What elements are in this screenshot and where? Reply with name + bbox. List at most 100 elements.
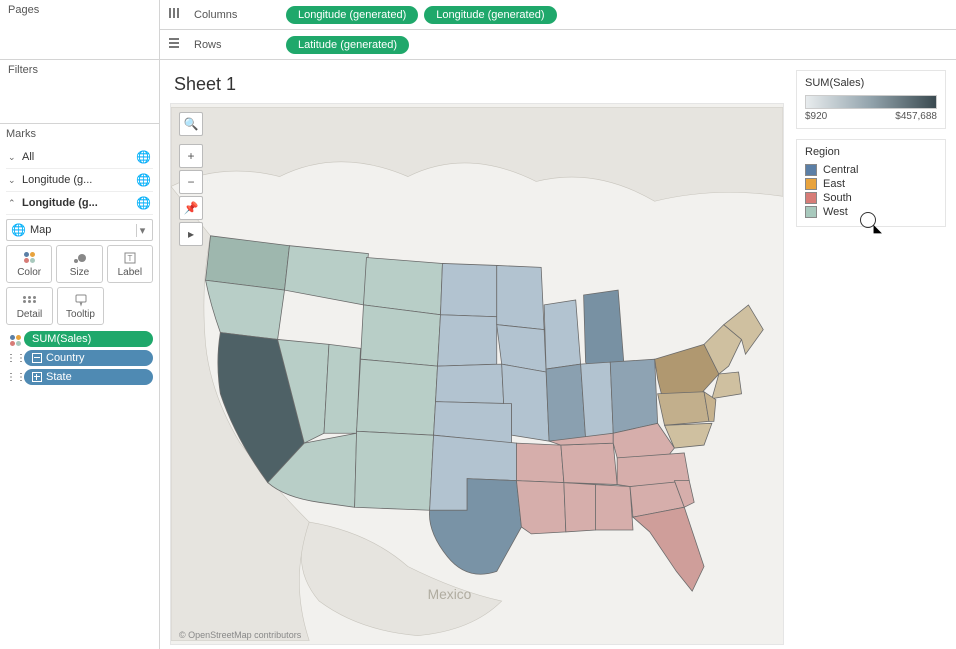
columns-label: Columns <box>194 9 274 21</box>
chevron-right-icon: ▸ <box>188 227 194 241</box>
color-legend-title: SUM(Sales) <box>805 77 937 89</box>
map-search-button[interactable]: 🔍 <box>179 112 203 136</box>
region-legend-item[interactable]: East <box>805 178 937 190</box>
state-ne[interactable] <box>436 364 504 403</box>
pill-row-state[interactable]: ⋮⋮ State <box>6 369 153 385</box>
state-wy[interactable] <box>361 305 441 366</box>
minus-icon: − <box>187 175 194 189</box>
chevron-down-icon: ⌄ <box>8 152 18 163</box>
mark-btn-label: Detail <box>17 309 43 320</box>
marks-row-all[interactable]: ⌄ All 🌐 <box>6 146 153 169</box>
mark-type-label: Map <box>30 224 132 236</box>
map-zoom-out-button[interactable]: − <box>179 170 203 194</box>
color-button[interactable]: Color <box>6 245 52 283</box>
state-fl[interactable] <box>633 507 704 591</box>
gradient-bar <box>805 95 937 109</box>
cursor-arrow-icon: ◣ <box>874 222 882 235</box>
size-button[interactable]: Size <box>56 245 102 283</box>
color-legend[interactable]: SUM(Sales) $920 $457,688 <box>796 70 946 129</box>
state-ar[interactable] <box>516 443 563 482</box>
rows-pill-1[interactable]: Latitude (generated) <box>286 36 409 54</box>
color-icon <box>6 332 24 346</box>
state-tn[interactable] <box>561 443 617 484</box>
map-view[interactable]: 🔍 + − 📌 ▸ United States Mexico <box>170 103 784 645</box>
globe-icon: 🌐 <box>11 223 26 237</box>
state-oh[interactable] <box>610 359 657 433</box>
detail-button[interactable]: Detail <box>6 287 53 325</box>
map-tools-button[interactable]: ▸ <box>179 222 203 246</box>
main-area: Columns Longitude (generated) Longitude … <box>160 0 956 649</box>
region-label: West <box>823 206 848 218</box>
search-icon: 🔍 <box>184 117 199 131</box>
columns-shelf[interactable]: Columns Longitude (generated) Longitude … <box>160 0 956 30</box>
pin-icon: 📌 <box>184 201 199 215</box>
detail-icon: ⋮⋮ <box>6 353 24 364</box>
state-mn[interactable] <box>497 265 544 329</box>
marks-row-longitude-2[interactable]: ⌃ Longitude (g... 🌐 <box>6 192 153 215</box>
state-nd[interactable] <box>440 263 496 316</box>
mark-btn-label: Tooltip <box>66 309 95 320</box>
columns-icon <box>168 7 182 22</box>
label-button[interactable]: T Label <box>107 245 153 283</box>
state-al[interactable] <box>595 485 633 530</box>
mark-btn-label: Label <box>118 267 142 278</box>
columns-pill-2[interactable]: Longitude (generated) <box>424 6 556 24</box>
pill-row-country[interactable]: ⋮⋮ Country <box>6 350 153 366</box>
state-wi[interactable] <box>544 300 581 369</box>
rows-label: Rows <box>194 39 274 51</box>
globe-icon: 🌐 <box>136 173 151 187</box>
mark-btn-label: Color <box>17 267 41 278</box>
pill-state: State <box>24 369 153 385</box>
color-icon <box>24 251 35 265</box>
pages-title: Pages <box>8 4 151 16</box>
state-co[interactable] <box>357 359 438 435</box>
state-id[interactable] <box>285 246 369 305</box>
marks-row-label: Longitude (g... <box>18 197 136 209</box>
region-legend-title: Region <box>805 146 937 158</box>
globe-icon: 🌐 <box>136 196 151 210</box>
detail-icon: ⋮⋮ <box>6 372 24 383</box>
pill-sum-sales: SUM(Sales) <box>24 331 153 347</box>
filters-shelf[interactable]: Filters <box>0 60 159 124</box>
pages-shelf[interactable]: Pages <box>0 0 159 60</box>
state-sd[interactable] <box>438 315 497 366</box>
region-legend-item[interactable]: Central <box>805 164 937 176</box>
map-pin-button[interactable]: 📌 <box>179 196 203 220</box>
marks-card: Marks ⌄ All 🌐 ⌄ Longitude (g... 🌐 ⌃ Long… <box>0 124 159 649</box>
rows-shelf[interactable]: Rows Latitude (generated) <box>160 30 956 60</box>
marks-row-label: Longitude (g... <box>18 174 136 186</box>
marks-row-longitude-1[interactable]: ⌄ Longitude (g... 🌐 <box>6 169 153 192</box>
collapse-icon <box>32 353 42 363</box>
gradient-min: $920 <box>805 111 827 122</box>
marks-pill-list: SUM(Sales) ⋮⋮ Country ⋮⋮ State <box>6 331 153 385</box>
pill-row-sum-sales[interactable]: SUM(Sales) <box>6 331 153 347</box>
label-icon: T <box>123 251 137 265</box>
columns-pill-1[interactable]: Longitude (generated) <box>286 6 418 24</box>
state-in[interactable] <box>581 362 614 438</box>
tooltip-button[interactable]: Tooltip <box>57 287 104 325</box>
map-toolbar: 🔍 + − 📌 ▸ <box>179 112 203 246</box>
region-label: Central <box>823 164 858 176</box>
rows-icon <box>168 37 182 52</box>
state-nm[interactable] <box>355 431 434 510</box>
size-icon <box>72 251 86 265</box>
state-pa[interactable] <box>658 392 709 426</box>
state-ut[interactable] <box>324 344 361 433</box>
svg-text:T: T <box>127 254 132 263</box>
mark-type-dropdown[interactable]: 🌐 Map ▾ <box>6 219 153 241</box>
map-zoom-in-button[interactable]: + <box>179 144 203 168</box>
expand-icon <box>32 372 42 382</box>
detail-icon <box>23 293 37 307</box>
region-legend-item[interactable]: South <box>805 192 937 204</box>
dropdown-caret-icon: ▾ <box>136 224 148 237</box>
state-ms[interactable] <box>564 483 596 532</box>
state-or[interactable] <box>206 280 285 339</box>
chevron-down-icon: ⌄ <box>8 175 18 186</box>
state-il[interactable] <box>546 364 585 441</box>
pill-country: Country <box>24 350 153 366</box>
map-attribution: © OpenStreetMap contributors <box>179 630 301 640</box>
state-la[interactable] <box>516 481 565 534</box>
region-label: South <box>823 192 852 204</box>
region-label: East <box>823 178 845 190</box>
plus-icon: + <box>187 149 194 163</box>
